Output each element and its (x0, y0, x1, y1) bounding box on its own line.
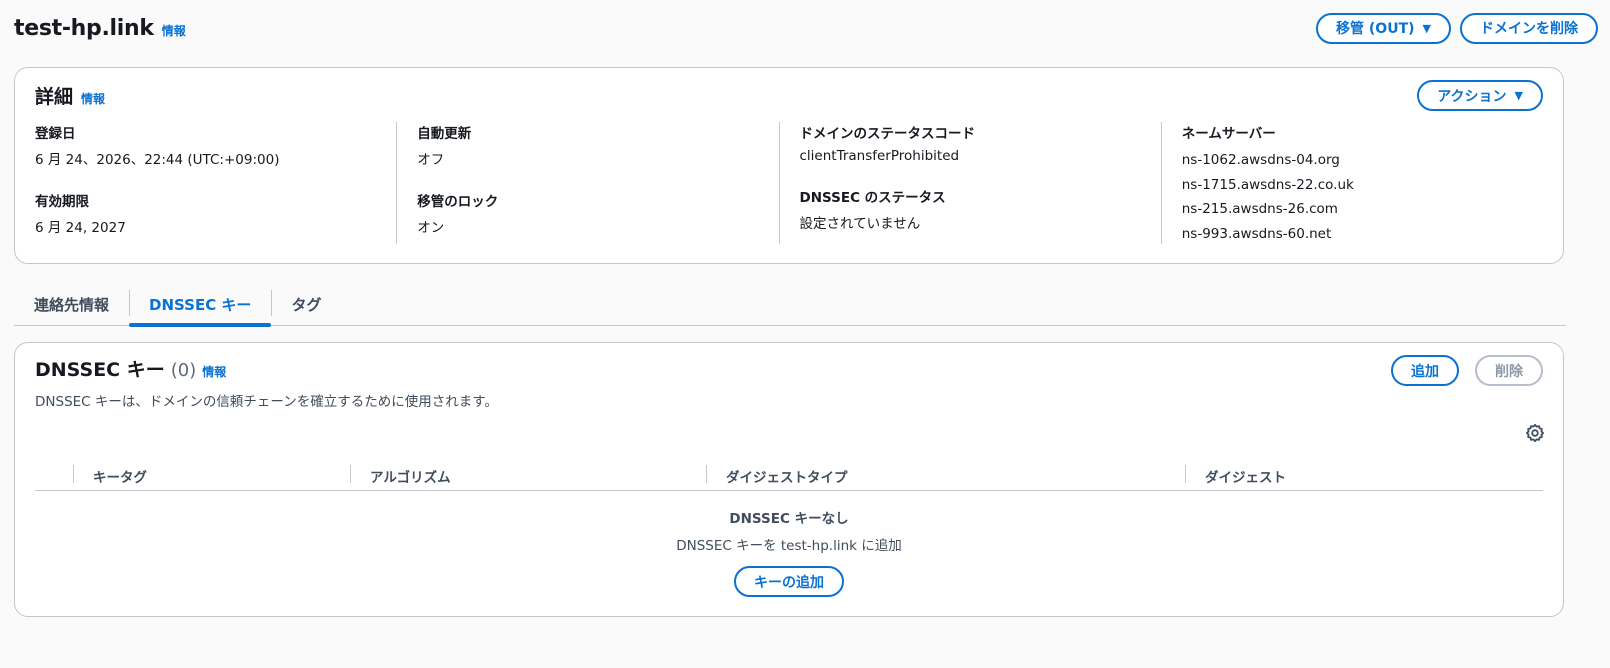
dnssec-description: DNSSEC キーは、ドメインの信頼チェーンを確立するために使用されます。 (35, 394, 498, 410)
dnssec-status-kv: DNSSEC のステータス 設定されていません (800, 186, 1141, 232)
transfer-lock-kv: 移管のロック オン (417, 190, 758, 236)
header-actions: 移管 (OUT) ▼ ドメインを削除 (1316, 12, 1598, 44)
transfer-out-button[interactable]: 移管 (OUT) ▼ (1316, 12, 1451, 44)
details-info-link[interactable]: 情報 (81, 90, 105, 107)
caret-down-icon: ▼ (1514, 89, 1523, 102)
registered-kv: 登録日 6 月 24、2026、22:44 (UTC:+09:00) (35, 122, 376, 168)
auto-renew-kv: 自動更新 オフ (417, 122, 758, 168)
registered-label: 登録日 (35, 126, 76, 142)
transfer-lock-value: オン (417, 220, 445, 236)
nameservers-label: ネームサーバー (1181, 126, 1276, 142)
transfer-lock-label: 移管のロック (417, 194, 499, 210)
add-button[interactable]: 追加 (1391, 355, 1459, 386)
tab-dnssec-keys[interactable]: DNSSEC キー (129, 284, 272, 327)
details-card: 詳細 情報 アクション ▼ 登録日 6 月 24、2026、22:44 (UTC… (14, 67, 1564, 264)
status-code-label: ドメインのステータスコード (799, 126, 976, 142)
tab-contacts[interactable]: 連絡先情報 (14, 284, 129, 325)
details-col-status: ドメインのステータスコード clientTransferProhibited D… (778, 122, 1161, 244)
empty-state-subtitle: DNSSEC キーを test-hp.link に追加 (676, 538, 902, 554)
details-col-nameservers: ネームサーバー ns-1062.awsdns-04.org ns-1715.aw… (1160, 122, 1543, 246)
empty-state-title: DNSSEC キーなし (729, 511, 849, 527)
page-header: test-hp.link 情報 移管 (OUT) ▼ ドメインを削除 (14, 10, 1598, 46)
header-info-link[interactable]: 情報 (162, 22, 186, 39)
expires-label: 有効期限 (35, 194, 89, 210)
dnssec-status-label: DNSSEC のステータス (799, 190, 946, 206)
actions-label: アクション (1437, 88, 1507, 105)
transfer-out-label: 移管 (OUT) (1336, 21, 1415, 37)
gear-icon[interactable] (1525, 423, 1545, 443)
select-column-header (35, 461, 74, 490)
dnssec-title-block: DNSSEC キー (0) 情報 DNSSEC キーは、ドメインの信頼チェーンを… (35, 355, 498, 410)
dnssec-keys-card: DNSSEC キー (0) 情報 DNSSEC キーは、ドメインの信頼チェーンを… (14, 342, 1564, 617)
column-header-key-tag[interactable]: キータグ (73, 461, 350, 490)
title-wrap: test-hp.link 情報 (14, 16, 186, 41)
dnssec-info-link[interactable]: 情報 (202, 363, 226, 380)
nameserver-item: ns-1062.awsdns-04.org (1181, 152, 1340, 168)
column-header-digest[interactable]: ダイジェスト (1185, 461, 1543, 490)
expires-value: 6 月 24, 2027 (35, 220, 126, 236)
dnssec-table-header: キータグ アルゴリズム ダイジェストタイプ ダイジェスト (35, 461, 1543, 491)
empty-state: DNSSEC キーなし DNSSEC キーを test-hp.link に追加 … (35, 507, 1543, 597)
dnssec-title: DNSSEC キー (35, 359, 165, 381)
dnssec-title-line: DNSSEC キー (0) 情報 (35, 355, 498, 382)
details-title: 詳細 (35, 86, 74, 108)
expires-kv: 有効期限 6 月 24, 2027 (35, 190, 376, 236)
delete-button[interactable]: 削除 (1475, 355, 1543, 386)
details-col-renewal: 自動更新 オフ 移管のロック オン (396, 122, 778, 244)
domain-detail-page: test-hp.link 情報 移管 (OUT) ▼ ドメインを削除 詳細 情報… (0, 0, 1610, 668)
details-title-wrap: 詳細 情報 (35, 82, 105, 109)
details-header: 詳細 情報 アクション ▼ (35, 80, 1543, 111)
dnssec-status-value: 設定されていません (799, 216, 921, 232)
registered-value: 6 月 24、2026、22:44 (UTC:+09:00) (35, 152, 280, 168)
auto-renew-label: 自動更新 (417, 126, 472, 142)
add-key-button[interactable]: キーの追加 (734, 566, 844, 597)
nameserver-item: ns-215.awsdns-26.com (1181, 201, 1338, 217)
page-title: test-hp.link (14, 15, 154, 41)
column-header-algorithm[interactable]: アルゴリズム (350, 461, 706, 490)
auto-renew-value: オフ (417, 152, 445, 168)
status-code-kv: ドメインのステータスコード clientTransferProhibited (800, 122, 1141, 164)
status-code-value: clientTransferProhibited (799, 148, 960, 164)
tab-bar: 連絡先情報 DNSSEC キー タグ (14, 284, 1566, 327)
nameserver-item: ns-1715.awsdns-22.co.uk (1181, 176, 1354, 193)
nameservers-list: ns-1062.awsdns-04.org ns-1715.awsdns-22.… (1182, 148, 1523, 246)
details-columns: 登録日 6 月 24、2026、22:44 (UTC:+09:00) 有効期限 … (35, 122, 1543, 244)
dnssec-header-buttons: 追加 削除 (1391, 355, 1543, 386)
nameserver-item: ns-993.awsdns-60.net (1181, 225, 1332, 242)
tab-tags[interactable]: タグ (271, 284, 341, 325)
dnssec-header: DNSSEC キー (0) 情報 DNSSEC キーは、ドメインの信頼チェーンを… (35, 355, 1543, 410)
dnssec-count: (0) (170, 360, 197, 381)
column-header-digest-type[interactable]: ダイジェストタイプ (706, 461, 1185, 490)
details-col-dates: 登録日 6 月 24、2026、22:44 (UTC:+09:00) 有効期限 … (35, 122, 396, 244)
actions-button[interactable]: アクション ▼ (1417, 80, 1543, 111)
delete-domain-button[interactable]: ドメインを削除 (1460, 12, 1598, 44)
caret-down-icon: ▼ (1422, 21, 1431, 35)
